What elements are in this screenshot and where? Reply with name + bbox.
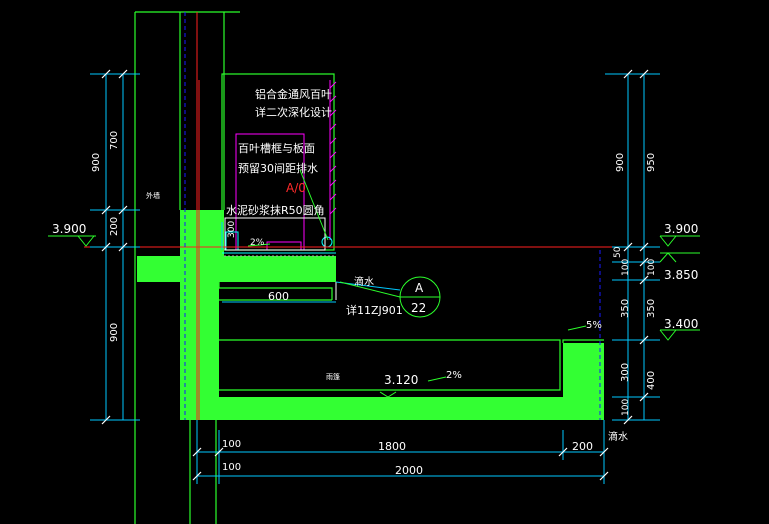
dim-right-100a: 100	[621, 259, 631, 276]
elev-right-low: 3.400	[664, 317, 698, 331]
dim-left-200: 200	[109, 217, 120, 236]
dim-bottom-100b: 100	[222, 462, 241, 473]
cad-drawing-canvas: 铝合金通风百叶 详二次深化设计 百叶槽框与板面 预留30间距排水 A/0 水泥砂…	[0, 0, 769, 524]
elev-right-mid: 3.850	[664, 268, 698, 282]
dim-right-900: 900	[615, 153, 626, 172]
slope-top: 2%	[250, 238, 265, 248]
standard-ref: 详11ZJ901	[346, 303, 403, 317]
gap-note-line2: 预留30间距排水	[238, 161, 318, 175]
gap-note-line1: 百叶槽框与板面	[238, 141, 315, 155]
dim-right-100b: 100	[647, 259, 657, 276]
axis-mark: A/0	[286, 181, 306, 195]
elev-right-top: 3.900	[664, 222, 698, 236]
slope-canopy: 2%	[446, 370, 462, 381]
wall-tag: 外墙	[146, 191, 160, 200]
detail-number: 22	[411, 301, 426, 315]
dim-bottom-100a: 100	[222, 439, 241, 450]
slope-edge: 5%	[586, 320, 602, 331]
elev-left-top: 3.900	[52, 222, 86, 236]
dim-bottom-200: 200	[572, 440, 593, 453]
red-axis-lines	[84, 12, 612, 420]
dim-600: 600	[268, 290, 289, 303]
dim-right-950: 950	[646, 153, 657, 172]
dim-right-350a: 350	[620, 299, 631, 318]
dim-left-700: 700	[109, 131, 120, 150]
drip-label: 滴水	[354, 275, 374, 288]
dim-right-350b: 350	[646, 299, 657, 318]
dim-300-small: 300	[227, 221, 237, 238]
dim-right-400: 400	[646, 371, 657, 390]
mortar-note: 水泥砂浆抹R50圆角	[226, 203, 325, 217]
dim-right-100c: 100	[621, 399, 631, 416]
louver-note-line2: 详二次深化设计	[255, 105, 332, 119]
dim-bottom-2000: 2000	[395, 464, 423, 477]
gutter-tag: 雨篷	[326, 372, 340, 381]
drip-edge-label: 滴水	[608, 430, 628, 443]
detail-letter: A	[415, 281, 424, 295]
dim-left-900a: 900	[91, 153, 102, 172]
dim-left-900b: 900	[109, 323, 120, 342]
dim-right-300: 300	[620, 363, 631, 382]
elev-gutter: 3.120	[384, 373, 418, 387]
dim-bottom-1800: 1800	[378, 440, 406, 453]
louver-note-line1: 铝合金通风百叶	[255, 87, 332, 101]
dim-right-50: 50	[613, 246, 623, 258]
